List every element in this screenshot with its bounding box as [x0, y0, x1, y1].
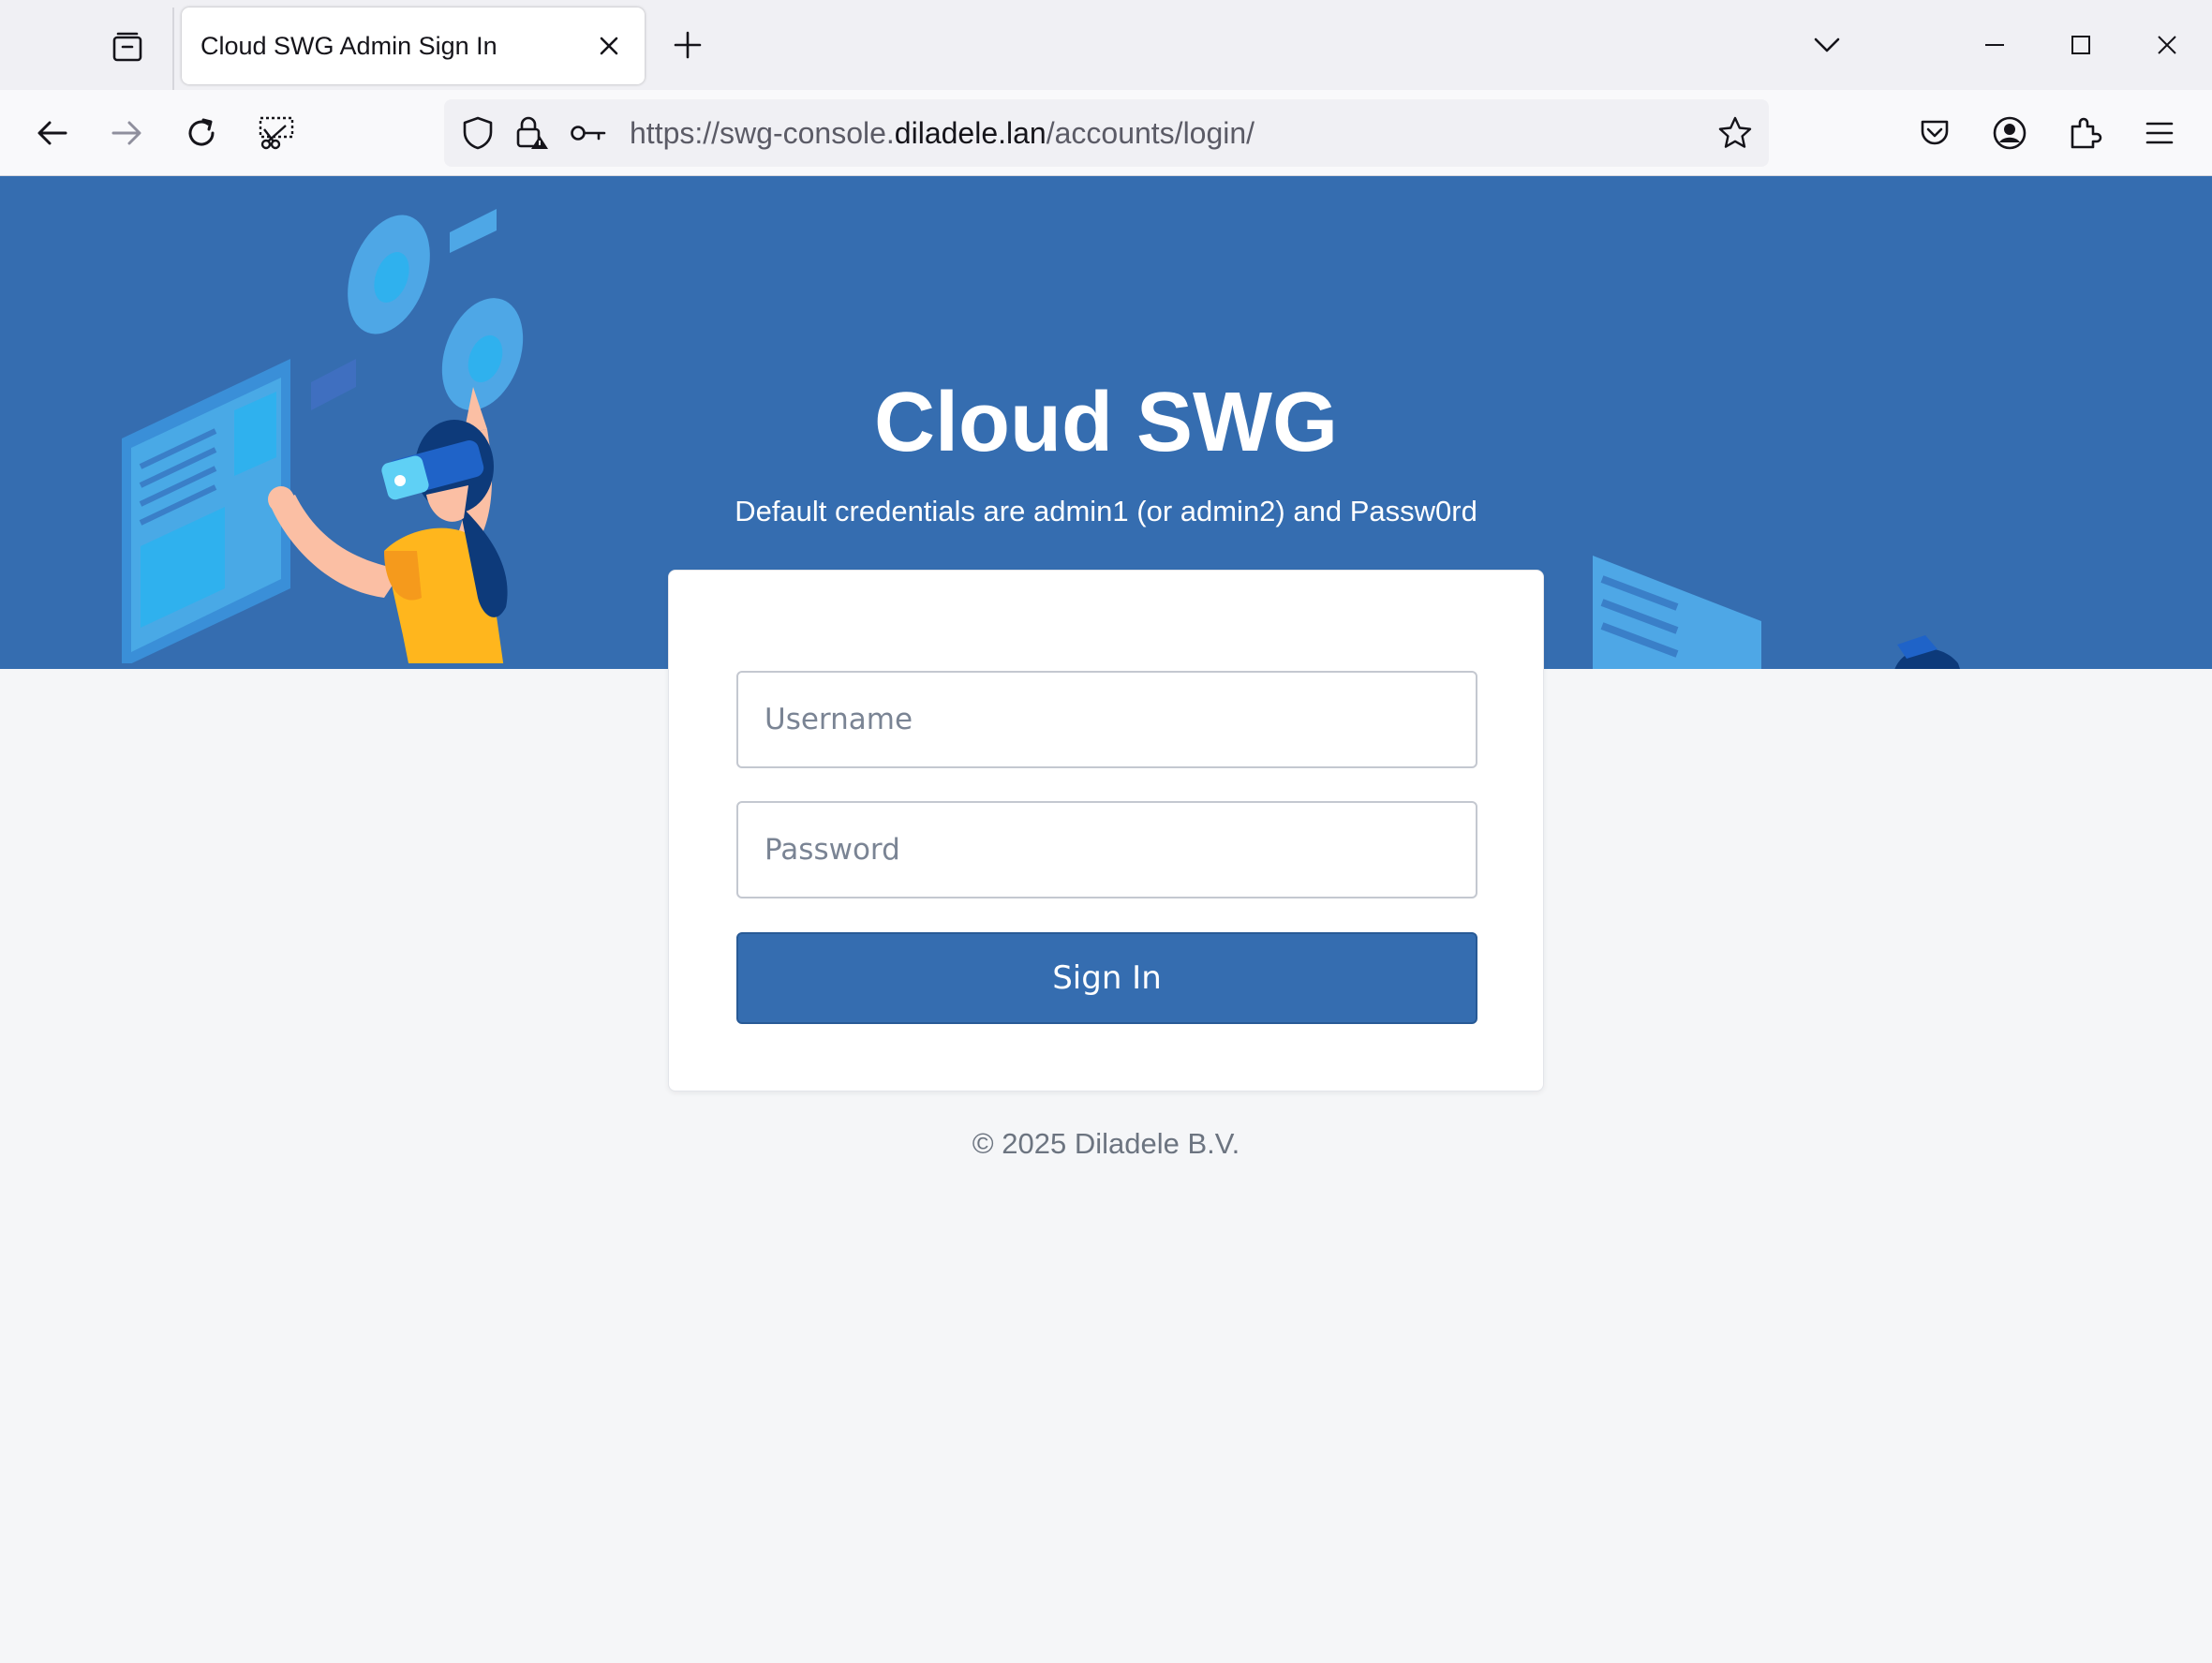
- tab-bar: Cloud SWG Admin Sign In: [0, 0, 2212, 90]
- login-card: Sign In: [668, 570, 1544, 1091]
- tab-list-icon[interactable]: [97, 17, 157, 77]
- password-input[interactable]: [736, 801, 1477, 898]
- account-icon[interactable]: [1980, 103, 2040, 163]
- back-arrow-icon[interactable]: [22, 103, 82, 163]
- decorative-illustration-right: [1593, 556, 1960, 669]
- pocket-icon[interactable]: [1905, 103, 1965, 163]
- minimize-window-icon[interactable]: [1952, 19, 2037, 71]
- address-bar[interactable]: https://swg-console.diladele.lan/account…: [444, 99, 1769, 167]
- close-tab-icon[interactable]: [588, 25, 630, 67]
- new-tab-plus-icon[interactable]: [665, 22, 710, 67]
- key-icon[interactable]: [568, 112, 609, 154]
- menu-hamburger-icon[interactable]: [2130, 103, 2190, 163]
- extensions-puzzle-icon[interactable]: [2055, 103, 2115, 163]
- url-path: /accounts/login/: [1046, 116, 1255, 150]
- url-prefix: https://swg-console.: [630, 116, 895, 150]
- reload-icon[interactable]: [171, 103, 231, 163]
- credentials-hint: Default credentials are admin1 (or admin…: [735, 495, 1477, 527]
- bookmark-star-icon[interactable]: [1715, 112, 1756, 154]
- url-host: diladele.lan: [894, 116, 1047, 150]
- close-window-icon[interactable]: [2125, 19, 2209, 71]
- chevron-down-icon[interactable]: [1804, 22, 1849, 67]
- forward-arrow-icon[interactable]: [96, 103, 156, 163]
- tab-title: Cloud SWG Admin Sign In: [200, 32, 497, 60]
- maximize-window-icon[interactable]: [2039, 19, 2123, 71]
- shield-icon[interactable]: [457, 112, 498, 154]
- screenshot-scissors-icon[interactable]: [246, 103, 306, 163]
- navigation-toolbar: https://swg-console.diladele.lan/account…: [0, 90, 2212, 176]
- tab-separator: [172, 7, 174, 90]
- insecure-lock-icon[interactable]: [512, 112, 553, 154]
- page-content: Cloud SWG Default credentials are admin1…: [0, 176, 2212, 1663]
- sign-in-button[interactable]: Sign In: [736, 932, 1477, 1024]
- username-input[interactable]: [736, 671, 1477, 768]
- copyright-footer: © 2025 Diladele B.V.: [972, 1127, 1240, 1160]
- page-title: Cloud SWG: [874, 376, 1338, 469]
- url-text[interactable]: https://swg-console.diladele.lan/account…: [630, 99, 1254, 167]
- browser-tab[interactable]: Cloud SWG Admin Sign In: [182, 7, 645, 84]
